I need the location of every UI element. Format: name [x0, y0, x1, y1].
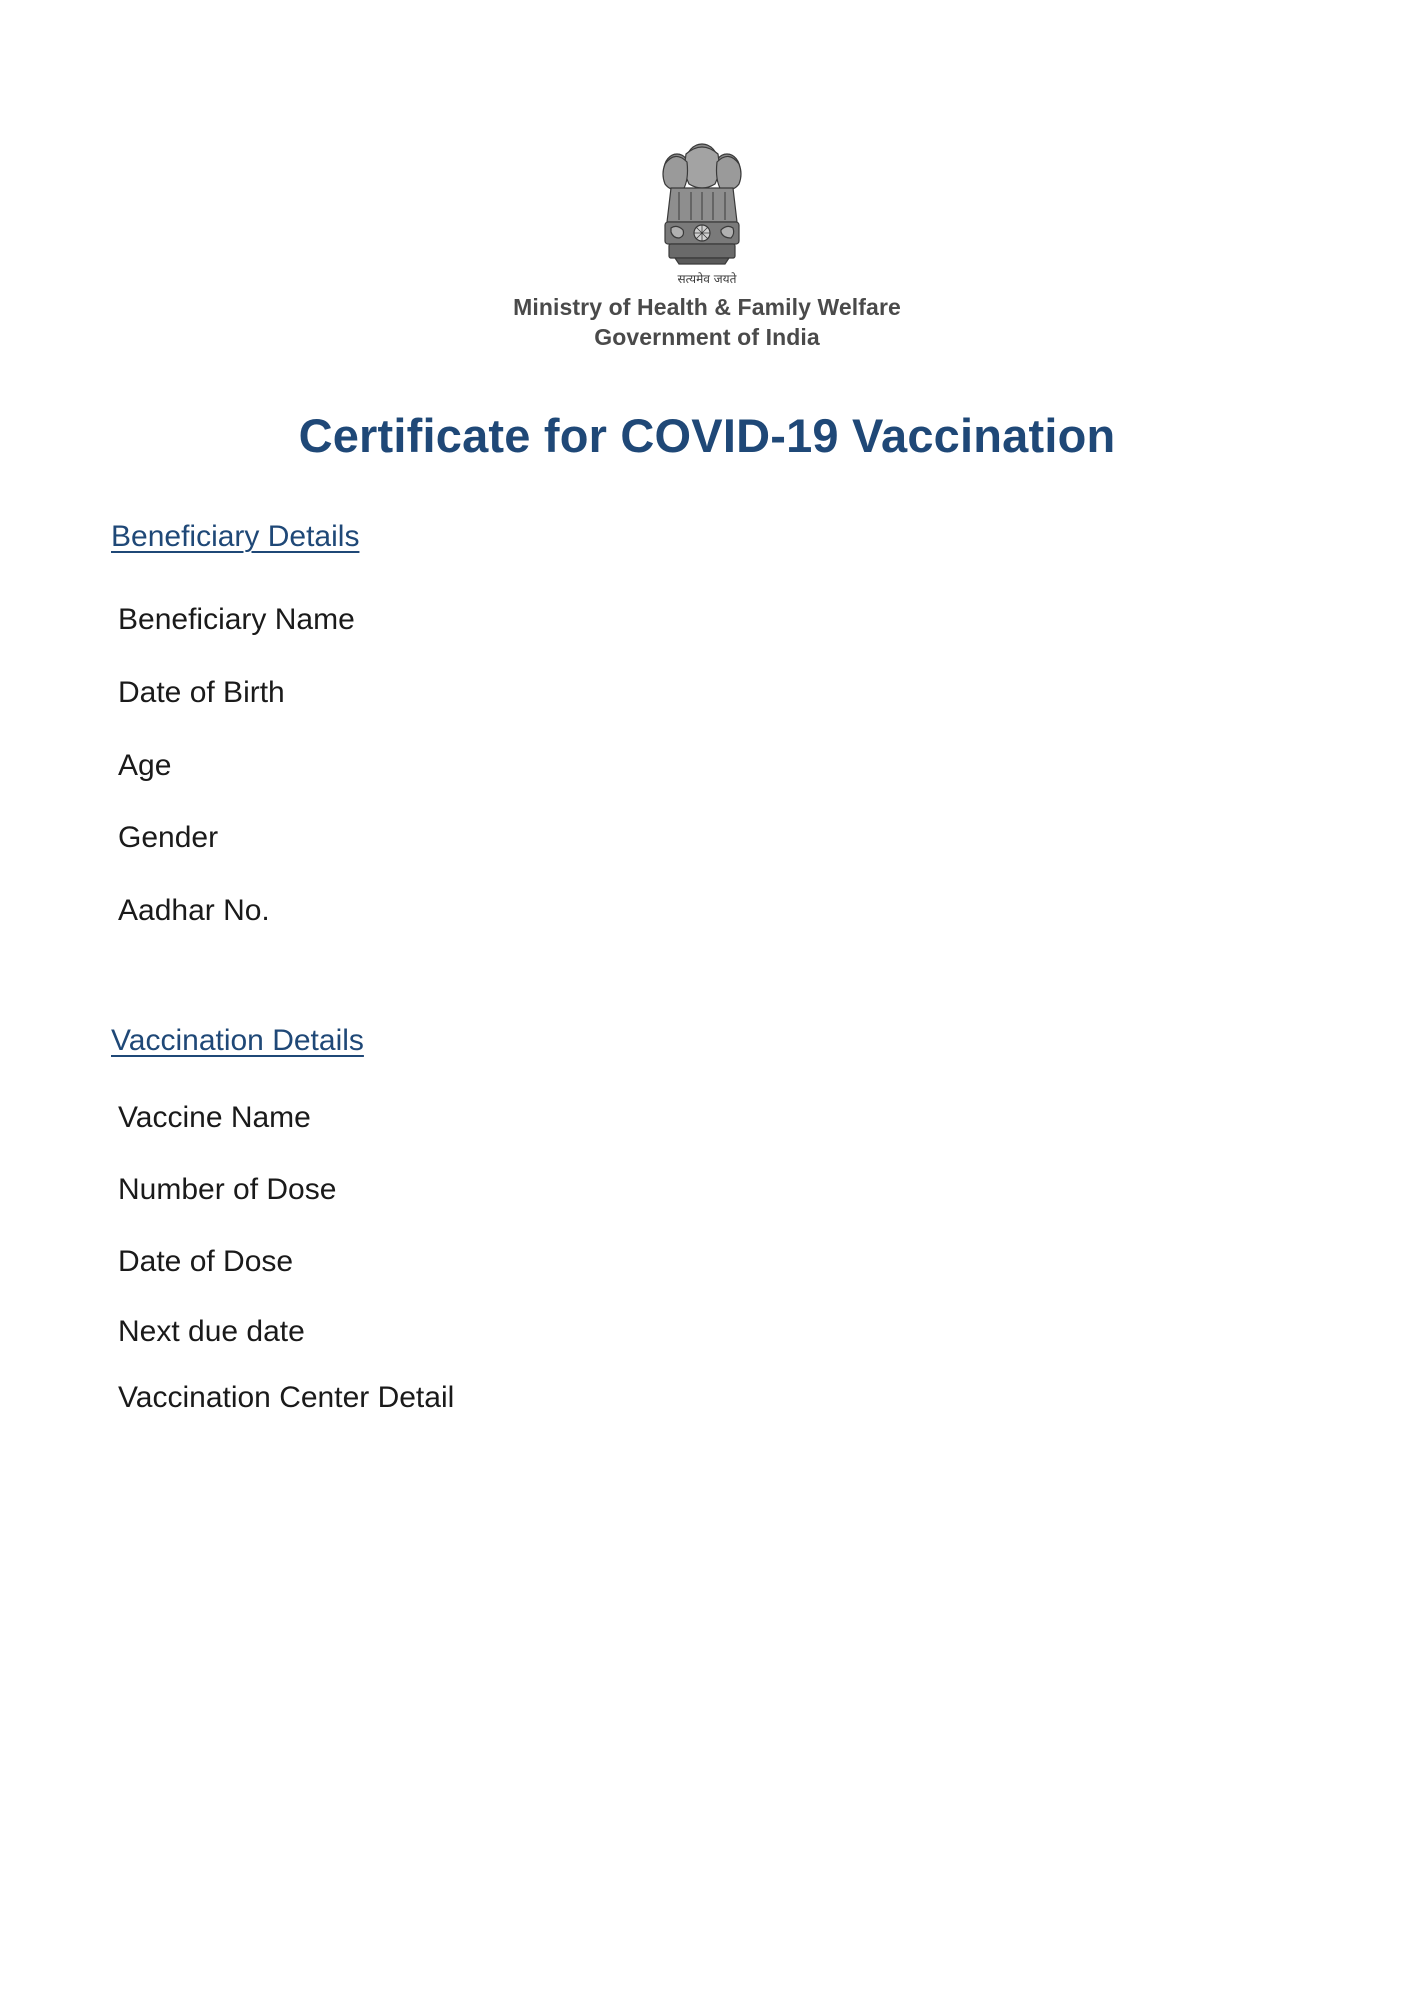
government-name: Government of India [594, 324, 820, 350]
next-due-date-label: Next due date [118, 1315, 305, 1348]
emblem-motto: सत्यमेव जयते [677, 272, 737, 286]
vaccination-details-heading: Vaccination Details [111, 1024, 364, 1057]
vaccine-name-label: Vaccine Name [118, 1101, 311, 1134]
age-label: Age [118, 749, 172, 782]
certificate-title: Certificate for COVID-19 Vaccination [298, 409, 1116, 462]
certificate-page: सत्यमेव जयते Ministry of Health & Family… [0, 0, 1414, 2000]
vaccination-center-detail-label: Vaccination Center Detail [118, 1381, 455, 1414]
aadhar-number-label: Aadhar No. [118, 894, 270, 927]
number-of-dose-label: Number of Dose [118, 1173, 337, 1206]
date-of-dose-label: Date of Dose [118, 1245, 294, 1278]
gender-label: Gender [118, 821, 219, 854]
ministry-name: Ministry of Health & Family Welfare [513, 294, 901, 320]
beneficiary-name-label: Beneficiary Name [118, 603, 355, 636]
date-of-birth-label: Date of Birth [118, 676, 285, 709]
beneficiary-details-heading: Beneficiary Details [111, 520, 360, 553]
ministry-header: Ministry of Health & Family Welfare Gove… [0, 292, 1414, 352]
